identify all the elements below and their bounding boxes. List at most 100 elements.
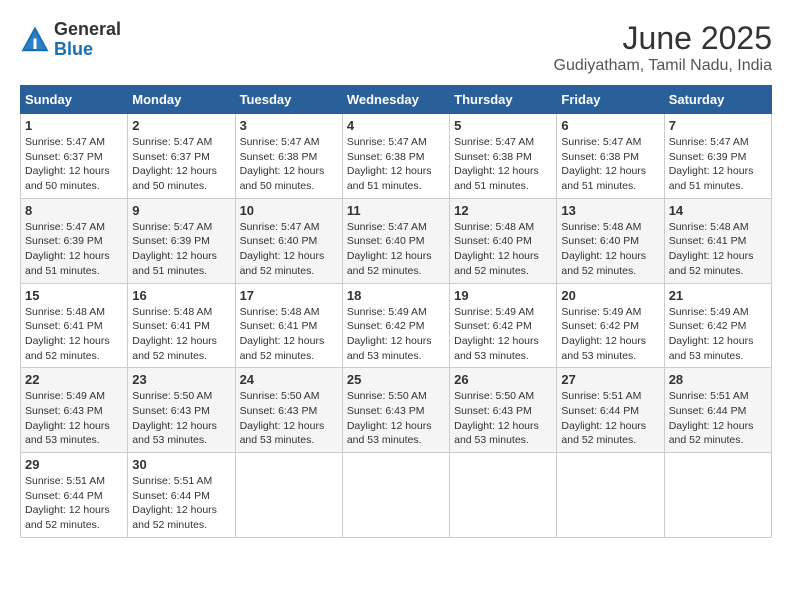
day-number: 12 (454, 203, 552, 218)
day-info: Sunrise: 5:49 AMSunset: 6:42 PMDaylight:… (347, 306, 432, 362)
day-number: 8 (25, 203, 123, 218)
day-info: Sunrise: 5:51 AMSunset: 6:44 PMDaylight:… (561, 390, 646, 446)
calendar-cell: 3Sunrise: 5:47 AMSunset: 6:38 PMDaylight… (235, 114, 342, 199)
day-number: 2 (132, 118, 230, 133)
day-number: 15 (25, 288, 123, 303)
day-number: 14 (669, 203, 767, 218)
calendar-cell: 8 Sunrise: 5:47 AMSunset: 6:39 PMDaylight… (21, 198, 128, 283)
header-day: Tuesday (235, 86, 342, 114)
calendar-cell: 28 Sunrise: 5:51 AMSunset: 6:44 PMDayligh… (664, 368, 771, 453)
day-info: Sunrise: 5:48 AMSunset: 6:40 PMDaylight:… (561, 221, 646, 277)
day-info: Sunrise: 5:47 AMSunset: 6:40 PMDaylight:… (240, 221, 325, 277)
calendar-cell: 19 Sunrise: 5:49 AMSunset: 6:42 PMDayligh… (450, 283, 557, 368)
calendar-cell (450, 453, 557, 538)
header-day: Monday (128, 86, 235, 114)
day-number: 18 (347, 288, 445, 303)
day-number: 23 (132, 372, 230, 387)
calendar-cell: 23 Sunrise: 5:50 AMSunset: 6:43 PMDayligh… (128, 368, 235, 453)
calendar-cell: 12 Sunrise: 5:48 AMSunset: 6:40 PMDayligh… (450, 198, 557, 283)
day-number: 11 (347, 203, 445, 218)
calendar-week-row: 15 Sunrise: 5:48 AMSunset: 6:41 PMDayligh… (21, 283, 772, 368)
logo-blue: Blue (54, 39, 93, 59)
calendar-cell: 11 Sunrise: 5:47 AMSunset: 6:40 PMDayligh… (342, 198, 449, 283)
calendar-cell: 6 Sunrise: 5:47 AMSunset: 6:38 PMDaylight… (557, 114, 664, 199)
day-number: 20 (561, 288, 659, 303)
calendar-table: SundayMondayTuesdayWednesdayThursdayFrid… (20, 85, 772, 538)
calendar-cell: 16 Sunrise: 5:48 AMSunset: 6:41 PMDayligh… (128, 283, 235, 368)
day-number: 24 (240, 372, 338, 387)
calendar-cell: 13 Sunrise: 5:48 AMSunset: 6:40 PMDayligh… (557, 198, 664, 283)
day-info: Sunrise: 5:51 AMSunset: 6:44 PMDaylight:… (669, 390, 754, 446)
calendar-cell: 24Sunrise: 5:50 AMSunset: 6:43 PMDayligh… (235, 368, 342, 453)
calendar-cell: 10 Sunrise: 5:47 AMSunset: 6:40 PMDayligh… (235, 198, 342, 283)
day-number: 22 (25, 372, 123, 387)
calendar-cell: 9Sunrise: 5:47 AMSunset: 6:39 PMDaylight… (128, 198, 235, 283)
calendar-cell: 18 Sunrise: 5:49 AMSunset: 6:42 PMDayligh… (342, 283, 449, 368)
calendar-cell: 5Sunrise: 5:47 AMSunset: 6:38 PMDaylight… (450, 114, 557, 199)
day-info: Sunrise: 5:50 AMSunset: 6:43 PMDaylight:… (132, 390, 217, 446)
calendar-cell: 21 Sunrise: 5:49 AMSunset: 6:42 PMDayligh… (664, 283, 771, 368)
day-info: Sunrise: 5:51 AMSunset: 6:44 PMDaylight:… (25, 475, 110, 531)
day-info: Sunrise: 5:49 AMSunset: 6:42 PMDaylight:… (561, 306, 646, 362)
calendar-cell: 22 Sunrise: 5:49 AMSunset: 6:43 PMDayligh… (21, 368, 128, 453)
day-number: 21 (669, 288, 767, 303)
calendar-cell: 30Sunrise: 5:51 AMSunset: 6:44 PMDayligh… (128, 453, 235, 538)
day-info: Sunrise: 5:48 AMSunset: 6:41 PMDaylight:… (132, 306, 217, 362)
day-number: 28 (669, 372, 767, 387)
day-info: Sunrise: 5:47 AMSunset: 6:38 PMDaylight:… (347, 136, 432, 192)
day-number: 17 (240, 288, 338, 303)
day-info: Sunrise: 5:49 AMSunset: 6:42 PMDaylight:… (454, 306, 539, 362)
day-info: Sunrise: 5:48 AMSunset: 6:40 PMDaylight:… (454, 221, 539, 277)
day-number: 1 (25, 118, 123, 133)
day-info: Sunrise: 5:47 AMSunset: 6:37 PMDaylight:… (25, 136, 110, 192)
header-day: Sunday (21, 86, 128, 114)
day-info: Sunrise: 5:47 AMSunset: 6:39 PMDaylight:… (669, 136, 754, 192)
calendar-cell: 1 Sunrise: 5:47 AMSunset: 6:37 PMDaylight… (21, 114, 128, 199)
day-info: Sunrise: 5:49 AMSunset: 6:42 PMDaylight:… (669, 306, 754, 362)
calendar-cell (342, 453, 449, 538)
day-info: Sunrise: 5:48 AMSunset: 6:41 PMDaylight:… (240, 306, 325, 362)
calendar-cell: 17 Sunrise: 5:48 AMSunset: 6:41 PMDayligh… (235, 283, 342, 368)
header-day: Wednesday (342, 86, 449, 114)
day-number: 16 (132, 288, 230, 303)
calendar-cell: 7 Sunrise: 5:47 AMSunset: 6:39 PMDaylight… (664, 114, 771, 199)
day-info: Sunrise: 5:50 AMSunset: 6:43 PMDaylight:… (347, 390, 432, 446)
day-info: Sunrise: 5:47 AMSunset: 6:37 PMDaylight:… (132, 136, 217, 192)
day-number: 27 (561, 372, 659, 387)
header-row: SundayMondayTuesdayWednesdayThursdayFrid… (21, 86, 772, 114)
calendar-cell (235, 453, 342, 538)
header: General Blue June 2025 Gudiyatham, Tamil… (20, 20, 772, 75)
logo-icon (20, 25, 50, 55)
day-number: 3 (240, 118, 338, 133)
calendar-cell (664, 453, 771, 538)
title-area: June 2025 Gudiyatham, Tamil Nadu, India (554, 20, 772, 75)
calendar-cell: 20 Sunrise: 5:49 AMSunset: 6:42 PMDayligh… (557, 283, 664, 368)
day-number: 7 (669, 118, 767, 133)
day-number: 13 (561, 203, 659, 218)
day-number: 29 (25, 457, 123, 472)
day-number: 6 (561, 118, 659, 133)
header-day: Thursday (450, 86, 557, 114)
day-info: Sunrise: 5:47 AMSunset: 6:40 PMDaylight:… (347, 221, 432, 277)
calendar-cell: 14Sunrise: 5:48 AMSunset: 6:41 PMDayligh… (664, 198, 771, 283)
calendar-cell: 26Sunrise: 5:50 AMSunset: 6:43 PMDayligh… (450, 368, 557, 453)
month-title: June 2025 (554, 20, 772, 57)
location-title: Gudiyatham, Tamil Nadu, India (554, 57, 772, 75)
calendar-cell: 4 Sunrise: 5:47 AMSunset: 6:38 PMDaylight… (342, 114, 449, 199)
calendar-week-row: 29 Sunrise: 5:51 AMSunset: 6:44 PMDayligh… (21, 453, 772, 538)
calendar-cell: 15 Sunrise: 5:48 AMSunset: 6:41 PMDayligh… (21, 283, 128, 368)
day-info: Sunrise: 5:47 AMSunset: 6:38 PMDaylight:… (454, 136, 539, 192)
calendar-cell: 2 Sunrise: 5:47 AMSunset: 6:37 PMDaylight… (128, 114, 235, 199)
calendar-cell: 25Sunrise: 5:50 AMSunset: 6:43 PMDayligh… (342, 368, 449, 453)
day-number: 9 (132, 203, 230, 218)
day-info: Sunrise: 5:47 AMSunset: 6:39 PMDaylight:… (25, 221, 110, 277)
day-info: Sunrise: 5:51 AMSunset: 6:44 PMDaylight:… (132, 475, 217, 531)
day-number: 4 (347, 118, 445, 133)
day-info: Sunrise: 5:47 AMSunset: 6:38 PMDaylight:… (561, 136, 646, 192)
logo: General Blue (20, 20, 121, 60)
day-number: 10 (240, 203, 338, 218)
day-number: 19 (454, 288, 552, 303)
day-info: Sunrise: 5:49 AMSunset: 6:43 PMDaylight:… (25, 390, 110, 446)
header-day: Friday (557, 86, 664, 114)
day-info: Sunrise: 5:48 AMSunset: 6:41 PMDaylight:… (25, 306, 110, 362)
